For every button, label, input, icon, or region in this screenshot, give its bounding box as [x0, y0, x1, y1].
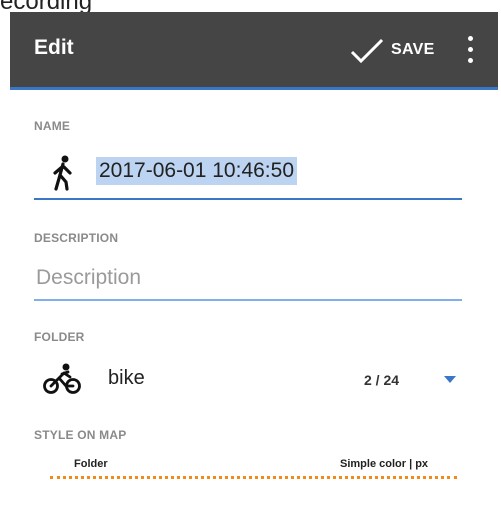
bicycle-icon	[43, 363, 81, 394]
folder-count: 2 / 24	[364, 372, 400, 388]
check-icon[interactable]	[350, 38, 384, 64]
toolbar: Edit SAVE	[10, 12, 498, 90]
description-field[interactable]	[36, 266, 456, 290]
more-vert-icon[interactable]	[465, 36, 475, 66]
name-field-underline	[34, 198, 462, 200]
style-preview-line[interactable]	[50, 476, 457, 479]
folder-name[interactable]: bike	[108, 367, 145, 390]
folder-label: FOLDER	[34, 330, 85, 344]
walking-person-icon	[53, 155, 72, 191]
name-label: NAME	[34, 119, 71, 133]
dropdown-arrow-icon[interactable]	[444, 376, 456, 383]
name-field[interactable]: 2017-06-01 10:46:50	[96, 157, 297, 185]
style-source-label[interactable]: Folder	[74, 458, 108, 470]
toolbar-title: Edit	[34, 36, 74, 59]
style-on-map-label: STYLE ON MAP	[34, 428, 127, 442]
save-button[interactable]: SAVE	[391, 41, 435, 59]
description-label: DESCRIPTION	[34, 231, 119, 245]
style-type-label[interactable]: Simple color | px	[340, 458, 428, 470]
description-field-underline	[34, 299, 462, 301]
